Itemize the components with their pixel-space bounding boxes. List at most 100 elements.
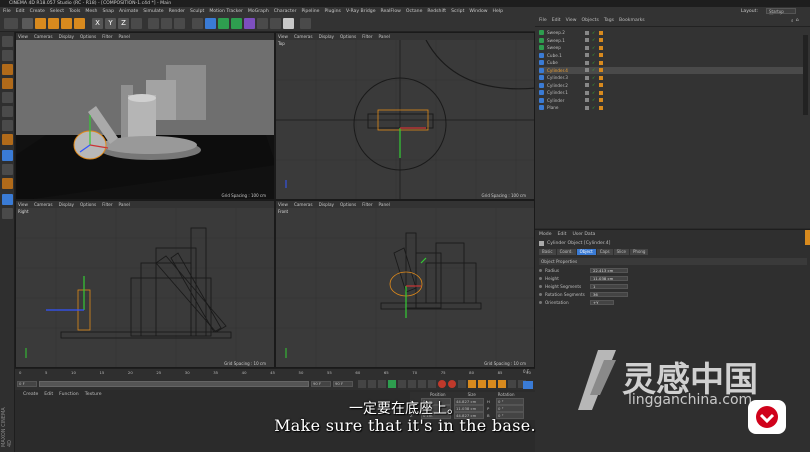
enable-check-icon[interactable]: ✓ xyxy=(592,53,596,57)
visibility-toggle-icon[interactable] xyxy=(585,38,589,42)
polygons-mode-icon[interactable] xyxy=(2,120,13,131)
make-editable-icon[interactable] xyxy=(2,36,13,47)
attribute-lock-icon[interactable] xyxy=(805,230,810,245)
phong-tag-icon[interactable] xyxy=(599,98,603,102)
visibility-toggle-icon[interactable] xyxy=(585,60,589,65)
go-to-end-icon[interactable] xyxy=(418,380,426,388)
menu-item-help[interactable]: Help xyxy=(493,9,503,14)
menu-item-plugins[interactable]: Plugins xyxy=(324,9,340,14)
vp-menu-cameras[interactable]: Cameras xyxy=(294,34,313,39)
menu-item-window[interactable]: Window xyxy=(469,9,487,14)
vp-menu-filter[interactable]: Filter xyxy=(362,202,372,207)
menu-item-mesh[interactable]: Mesh xyxy=(85,9,97,14)
vp-menu-cameras[interactable]: Cameras xyxy=(34,202,53,207)
pla-key-icon[interactable] xyxy=(508,380,516,388)
record-icon[interactable] xyxy=(438,380,446,388)
enable-check-icon[interactable]: ✓ xyxy=(592,83,596,87)
points-mode-icon[interactable] xyxy=(2,92,13,103)
mat-menu-edit[interactable]: Edit xyxy=(44,392,53,397)
enable-check-icon[interactable]: ✓ xyxy=(592,45,596,50)
phong-tag-icon[interactable] xyxy=(599,38,603,42)
property-value-field[interactable]: 22.413 cm xyxy=(590,268,628,273)
obj-menu-tags[interactable]: Tags xyxy=(604,18,614,23)
keyframe-selection-icon[interactable] xyxy=(458,380,466,388)
viewport-right[interactable]: View Cameras Display Options Filter Pane… xyxy=(15,200,275,368)
vp-menu-view[interactable]: View xyxy=(18,34,28,39)
vp-menu-filter[interactable]: Filter xyxy=(102,34,112,39)
object-list-item[interactable]: Cylinder.1 ✓ xyxy=(539,89,804,96)
menu-item-realflow[interactable]: RealFlow xyxy=(381,9,401,14)
menu-item-animate[interactable]: Animate xyxy=(119,9,138,14)
visibility-toggle-icon[interactable] xyxy=(585,90,589,95)
menu-item-create[interactable]: Create xyxy=(30,9,45,14)
vp-menu-panel[interactable]: Panel xyxy=(379,202,390,207)
visibility-toggle-icon[interactable] xyxy=(585,45,589,50)
rotate-icon[interactable] xyxy=(61,18,72,29)
cube-primitive-icon[interactable] xyxy=(192,18,203,29)
phong-tag-icon[interactable] xyxy=(599,60,603,65)
search-icon[interactable]: ⌕ xyxy=(791,18,794,24)
vp-menu-filter[interactable]: Filter xyxy=(362,34,372,39)
texture-mode-icon[interactable] xyxy=(2,64,13,75)
viewport-perspective[interactable]: View Cameras Display Options Filter Pane… xyxy=(15,32,275,200)
attr-tab-basic[interactable]: Basic xyxy=(539,249,556,255)
phong-tag-icon[interactable] xyxy=(599,53,603,57)
solo-icon[interactable] xyxy=(2,194,13,205)
enable-check-icon[interactable]: ✓ xyxy=(592,98,596,102)
vp-menu-options[interactable]: Options xyxy=(340,202,356,207)
visibility-toggle-icon[interactable] xyxy=(585,75,589,80)
vp-menu-options[interactable]: Options xyxy=(80,202,96,207)
obj-menu-objects[interactable]: Objects xyxy=(582,18,599,23)
pen-spline-icon[interactable] xyxy=(205,18,216,29)
vp-menu-panel[interactable]: Panel xyxy=(379,34,390,39)
menu-item-select[interactable]: Select xyxy=(50,9,64,14)
animate-dot-icon[interactable] xyxy=(539,301,542,304)
edges-mode-icon[interactable] xyxy=(2,106,13,117)
vp-menu-view[interactable]: View xyxy=(278,202,288,207)
mat-menu-create[interactable]: Create xyxy=(23,392,38,397)
mat-menu-texture[interactable]: Texture xyxy=(85,392,102,397)
max-frame-field[interactable]: 90 F xyxy=(333,381,353,387)
vp-menu-panel[interactable]: Panel xyxy=(119,202,130,207)
object-scrollbar[interactable] xyxy=(803,35,808,115)
viewport-top[interactable]: View Cameras Display Options Filter Pane… xyxy=(275,32,535,200)
timeline-layout-icon[interactable] xyxy=(523,381,533,389)
layout-select[interactable]: Startup (User) xyxy=(766,8,796,19)
enable-check-icon[interactable]: ✓ xyxy=(592,38,596,42)
visibility-toggle-icon[interactable] xyxy=(585,105,589,110)
enable-check-icon[interactable]: ✓ xyxy=(592,30,596,35)
object-list-item[interactable]: Sweep.1 ✓ xyxy=(539,37,804,44)
attr-tab-object[interactable]: Object xyxy=(576,249,596,255)
tweak-mode-icon[interactable] xyxy=(2,150,13,161)
attr-tab-caps[interactable]: Caps xyxy=(596,249,613,255)
world-coordinates-icon[interactable] xyxy=(131,18,142,29)
timeline-range-slider[interactable] xyxy=(39,381,309,387)
vp-menu-view[interactable]: View xyxy=(278,34,288,39)
phong-tag-icon[interactable] xyxy=(599,83,603,87)
camera-icon[interactable] xyxy=(270,18,281,29)
enable-check-icon[interactable]: ✓ xyxy=(592,75,596,80)
menu-item-motion-tracker[interactable]: Motion Tracker xyxy=(209,9,243,14)
previous-key-icon[interactable] xyxy=(368,380,376,388)
phong-tag-icon[interactable] xyxy=(599,30,603,35)
planar-icon[interactable] xyxy=(2,208,13,219)
end-frame-field[interactable]: 90 F xyxy=(311,381,331,387)
visibility-toggle-icon[interactable] xyxy=(585,30,589,35)
vp-menu-cameras[interactable]: Cameras xyxy=(34,34,53,39)
visibility-toggle-icon[interactable] xyxy=(585,53,589,57)
vp-menu-display[interactable]: Display xyxy=(319,34,334,39)
viewport-front[interactable]: View Cameras Display Options Filter Pane… xyxy=(275,200,535,368)
vp-menu-panel[interactable]: Panel xyxy=(119,34,130,39)
vp-menu-cameras[interactable]: Cameras xyxy=(294,202,313,207)
obj-menu-bookmarks[interactable]: Bookmarks xyxy=(619,18,645,23)
phong-tag-icon[interactable] xyxy=(599,105,603,110)
obj-menu-file[interactable]: File xyxy=(539,18,547,23)
obj-menu-edit[interactable]: Edit xyxy=(552,18,561,23)
menu-item-snap[interactable]: Snap xyxy=(102,9,114,14)
object-list-item[interactable]: Cylinder.3 ✓ xyxy=(539,74,804,81)
enable-check-icon[interactable]: ✓ xyxy=(592,60,596,65)
x-axis-lock-button[interactable]: X xyxy=(92,18,103,29)
autokey-icon[interactable] xyxy=(448,380,456,388)
enable-check-icon[interactable]: ✓ xyxy=(592,90,596,95)
object-list-item[interactable]: Cube ✓ xyxy=(539,59,804,66)
